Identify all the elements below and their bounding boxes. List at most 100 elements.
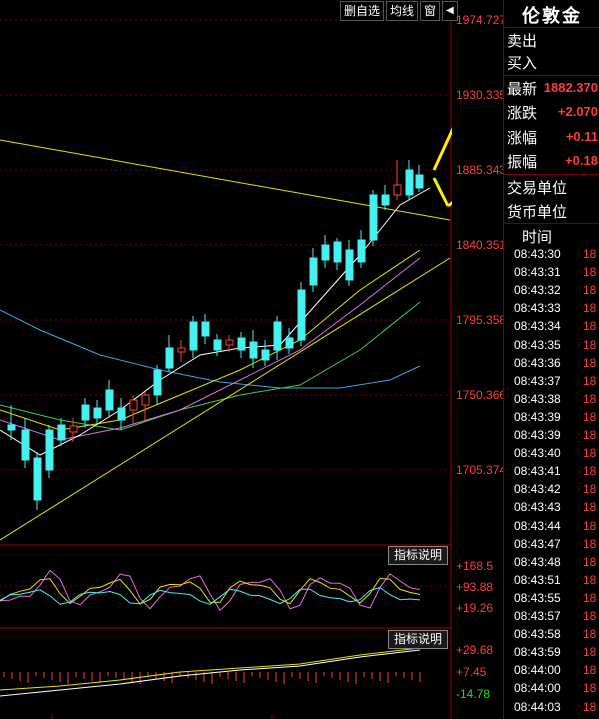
change-pct-value: +0.11 bbox=[565, 129, 598, 144]
candlestick-chart[interactable] bbox=[0, 0, 452, 719]
chart-toolbar: 删自选 均线 窗 ◀ bbox=[340, 0, 458, 22]
tick-time: 08:43:31 bbox=[514, 265, 561, 280]
candle-body bbox=[321, 244, 330, 261]
latest-label: 最新 bbox=[507, 81, 538, 98]
candle-body bbox=[249, 341, 258, 359]
candle-body bbox=[105, 389, 114, 411]
tick-price: 18 bbox=[583, 319, 597, 334]
divider bbox=[504, 223, 599, 224]
change-label: 涨跌 bbox=[507, 105, 538, 122]
tick-price: 18 bbox=[583, 247, 597, 261]
tick-price: 18 bbox=[583, 609, 597, 623]
trade-unit-label: 交易单位 bbox=[507, 180, 568, 197]
candle-body bbox=[309, 257, 318, 286]
time-column-header: 时间 bbox=[522, 229, 553, 246]
divider bbox=[504, 174, 599, 175]
indicator1-tick-3: +19.26 bbox=[456, 601, 494, 615]
tick-time: 08:43:57 bbox=[514, 609, 561, 623]
tick-price: 18 bbox=[583, 500, 597, 515]
divider bbox=[504, 27, 599, 28]
tick-time: 08:43:55 bbox=[514, 590, 561, 605]
price-tick-7: 1705.374 bbox=[456, 463, 507, 477]
tick-time: 08:43:39 bbox=[514, 428, 561, 442]
candle-body bbox=[369, 194, 378, 241]
candle-body bbox=[261, 349, 270, 361]
tick-time: 08:43:48 bbox=[514, 554, 561, 569]
indicator1-tick-1: +168.5 bbox=[456, 559, 494, 573]
window-button[interactable]: 窗 bbox=[420, 1, 441, 21]
tick-price: 18 bbox=[583, 572, 597, 587]
candle-body bbox=[189, 321, 198, 351]
tick-time: 08:43:42 bbox=[514, 482, 561, 497]
tick-price: 18 bbox=[583, 265, 597, 280]
price-tick-5: 1795.358 bbox=[456, 313, 507, 327]
tick-time: 08:43:47 bbox=[514, 536, 561, 551]
candle-body bbox=[273, 321, 282, 351]
sell-label: 卖出 bbox=[507, 33, 538, 50]
change-pct-label: 涨幅 bbox=[507, 130, 538, 147]
candle-body bbox=[285, 337, 294, 349]
tick-price: 18 bbox=[583, 464, 597, 479]
candle-body bbox=[357, 239, 366, 263]
tick-time: 08:43:59 bbox=[514, 645, 561, 660]
tick-time: 08:43:58 bbox=[514, 627, 561, 642]
tick-price: 18 bbox=[583, 409, 597, 424]
instrument-title: 伦敦金 bbox=[522, 6, 582, 26]
candle-body bbox=[393, 184, 402, 196]
tick-time: 08:43:30 bbox=[514, 247, 561, 261]
amplitude-value: +0.18 bbox=[565, 153, 598, 168]
tick-time: 08:43:38 bbox=[514, 391, 561, 406]
tick-time: 08:43:41 bbox=[514, 464, 561, 479]
candle-body bbox=[213, 339, 222, 351]
tick-price: 18 bbox=[583, 554, 597, 569]
indicator1-tick-2: +93.88 bbox=[456, 580, 494, 594]
candle-body bbox=[153, 369, 162, 396]
tick-price: 18 bbox=[583, 590, 597, 605]
tick-time: 08:43:35 bbox=[514, 337, 561, 352]
tick-price: 18 bbox=[583, 627, 597, 642]
tick-price: 18 bbox=[583, 373, 597, 388]
tick-price: 18 bbox=[583, 391, 597, 406]
candle-body bbox=[117, 407, 126, 421]
tick-time: 08:43:32 bbox=[514, 283, 561, 298]
buy-label: 买入 bbox=[507, 55, 538, 72]
amplitude-label: 振幅 bbox=[507, 154, 538, 171]
candle-body bbox=[7, 424, 16, 431]
tick-price: 18 bbox=[583, 482, 597, 497]
latest-value: 1882.370 bbox=[543, 80, 598, 95]
change-value: +2.070 bbox=[557, 104, 598, 119]
tick-price: 18 bbox=[583, 536, 597, 551]
tick-price: 18 bbox=[583, 663, 597, 678]
candle-body bbox=[225, 339, 234, 346]
price-tick-4: 1840.351 bbox=[456, 238, 507, 252]
candle-body bbox=[129, 399, 138, 411]
tick-time: 08:43:34 bbox=[514, 319, 561, 334]
candle-body bbox=[415, 174, 424, 189]
candle-body bbox=[81, 404, 90, 421]
tick-price: 18 bbox=[583, 355, 597, 370]
indicator2-tick-3: -14.78 bbox=[456, 687, 491, 701]
tick-price: 18 bbox=[583, 337, 597, 352]
candle-body bbox=[69, 425, 78, 433]
tick-time: 08:43:36 bbox=[514, 355, 561, 370]
quote-sidebar: 伦敦金 卖出 买入 最新 1882.370 涨跌 +2.070 涨幅 +0.11… bbox=[503, 0, 599, 719]
candle-body bbox=[93, 407, 102, 419]
indicator1-help-button[interactable]: 指标说明 bbox=[388, 546, 448, 565]
indicator2-tick-2: +7.45 bbox=[456, 665, 487, 679]
candle-body bbox=[33, 457, 42, 501]
ma-lines-button[interactable]: 均线 bbox=[386, 1, 419, 21]
candle-body bbox=[405, 169, 414, 196]
tick-time: 08:43:37 bbox=[514, 373, 561, 388]
price-tick-2: 1930.335 bbox=[456, 88, 507, 102]
tick-time: 08:44:00 bbox=[514, 663, 561, 678]
tick-time: 08:44:03 bbox=[514, 699, 561, 714]
tick-price: 18 bbox=[583, 301, 597, 316]
tick-price: 18 bbox=[583, 518, 597, 533]
delete-watchlist-button[interactable]: 删自选 bbox=[340, 1, 385, 21]
price-tick-1: 1974.727 bbox=[456, 13, 507, 27]
candle-body bbox=[345, 249, 354, 281]
currency-unit-label: 货币单位 bbox=[507, 204, 568, 221]
indicator2-help-button[interactable]: 指标说明 bbox=[388, 630, 448, 649]
tick-price: 18 bbox=[583, 446, 597, 461]
tick-price: 18 bbox=[583, 681, 597, 696]
